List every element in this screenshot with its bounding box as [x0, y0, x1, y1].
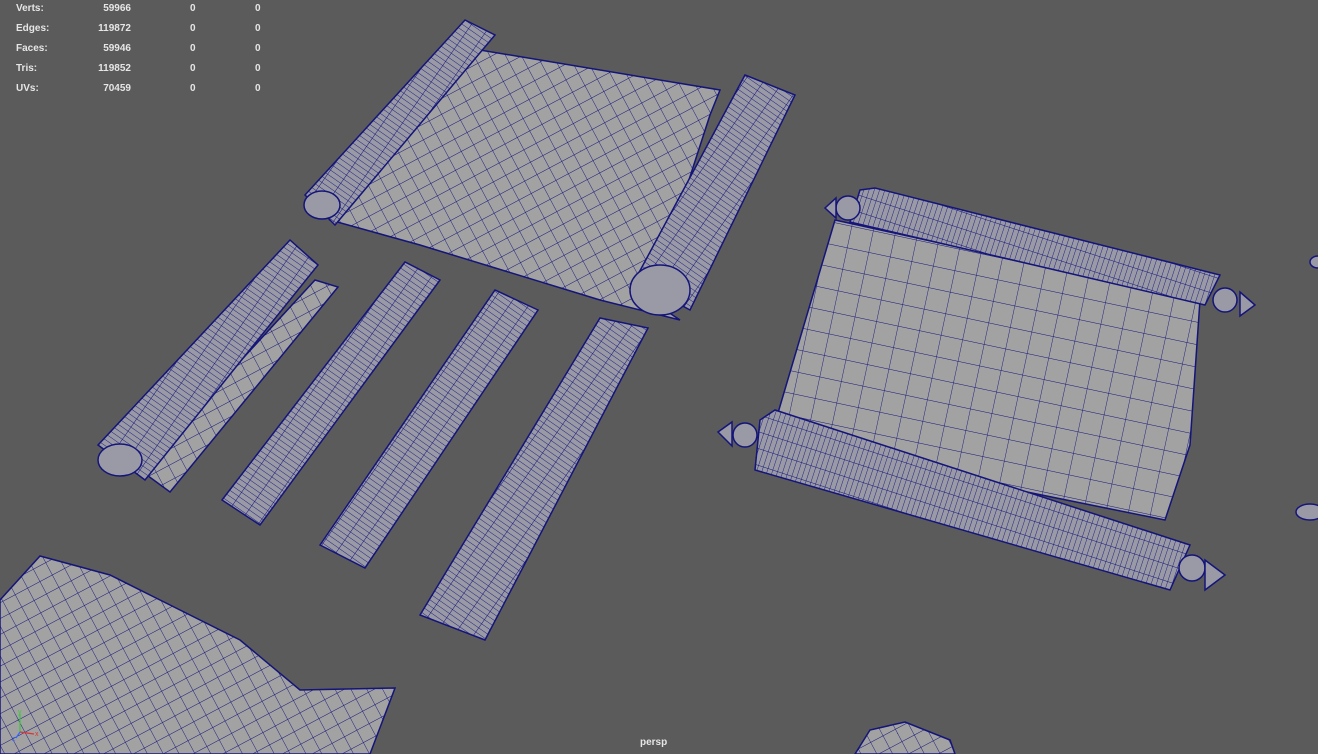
hud-row-tris: Tris: 119852 0 0	[0, 63, 280, 77]
partial-mesh-right-1[interactable]	[1309, 255, 1318, 269]
flat-sheet[interactable]	[0, 555, 397, 754]
hud-value: 0	[190, 43, 196, 54]
scene-meshes[interactable]	[0, 0, 1318, 754]
hud-row-faces: Faces: 59946 0 0	[0, 43, 280, 57]
hud-value: 119872	[98, 23, 131, 34]
hud-value: 0	[190, 23, 196, 34]
hud-value: 59946	[103, 43, 131, 54]
partial-mesh-bottom[interactable]	[854, 721, 956, 754]
hud-label: Verts:	[16, 3, 44, 14]
hud-value: 0	[190, 63, 196, 74]
hud-value: 119852	[98, 63, 131, 74]
3d-viewport[interactable]: Verts: 59966 0 0 Edges: 119872 0 0 Faces…	[0, 0, 1318, 754]
gizmo-x-label: x	[35, 731, 39, 738]
hud-value: 0	[255, 83, 261, 94]
open-scroll-top[interactable]	[303, 19, 797, 321]
hud-label: UVs:	[16, 83, 39, 94]
hud-value: 59966	[103, 3, 131, 14]
hud-value: 0	[255, 23, 261, 34]
hud-row-edges: Edges: 119872 0 0	[0, 23, 280, 37]
hud-value: 70459	[103, 83, 131, 94]
hud-row-verts: Verts: 59966 0 0	[0, 3, 280, 17]
gizmo-z-label: z	[12, 736, 16, 742]
partial-mesh-right-2[interactable]	[1295, 503, 1318, 521]
gizmo-y-label: y	[18, 709, 22, 716]
axis-gizmo-icon: y x z	[12, 709, 39, 742]
open-scroll-handles[interactable]	[716, 187, 1257, 592]
hud-label: Edges:	[16, 23, 50, 34]
hud-value: 0	[255, 63, 261, 74]
hud-label: Faces:	[16, 43, 48, 54]
hud-label: Tris:	[16, 63, 38, 74]
hud-value: 0	[190, 83, 196, 94]
hud-value: 0	[255, 3, 261, 14]
hud-row-uvs: UVs: 70459 0 0	[0, 83, 280, 97]
hud-value: 0	[190, 3, 196, 14]
hud-value: 0	[255, 43, 261, 54]
camera-label: persp	[640, 737, 668, 748]
